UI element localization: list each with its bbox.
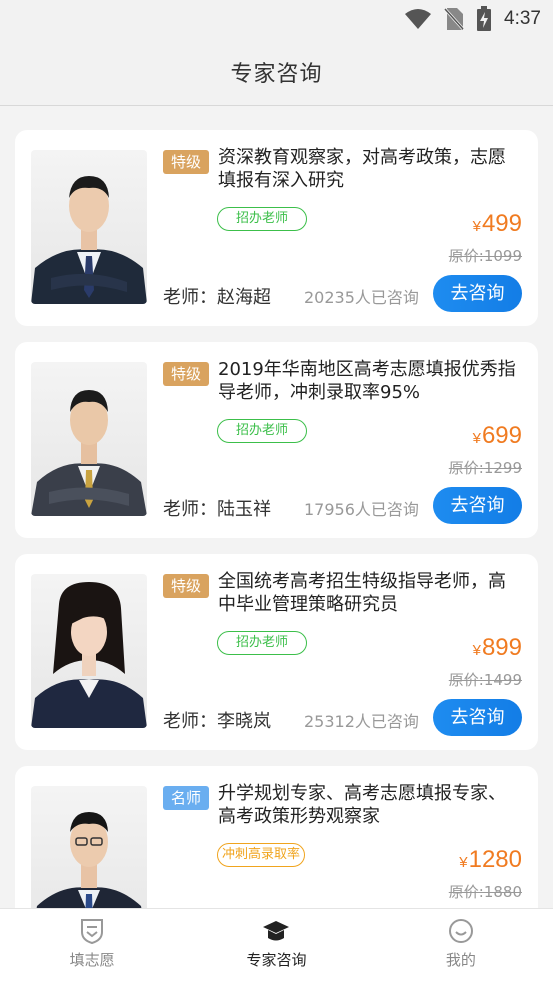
consult-count: 25312人已咨询 [304, 712, 419, 731]
expert-description: 升学规划专家、高考志愿填报专家、高考政策形势观察家 [218, 783, 506, 827]
expert-tag: 招办老师 [217, 631, 308, 655]
price: ¥1280 [459, 846, 522, 874]
price: ¥499 [473, 210, 522, 238]
level-badge: 特级 [163, 150, 210, 174]
price-value: 699 [481, 422, 522, 449]
status-bar: 4:37 [0, 0, 553, 38]
tab-label: 专家咨询 [246, 951, 307, 969]
tab-mine[interactable]: 我的 [369, 909, 553, 983]
consult-button[interactable]: 去咨询 [433, 487, 522, 524]
original-price: 原价:1880 [448, 883, 522, 901]
teacher-name: 老师：赵海超 [163, 287, 271, 308]
expert-description: 全国统考高考招生特级指导老师，高中毕业管理策略研究员 [218, 571, 506, 615]
level-badge: 名师 [163, 786, 210, 810]
currency-symbol: ¥ [472, 218, 481, 235]
tab-label: 我的 [445, 951, 476, 969]
shield-icon [81, 919, 104, 945]
consult-button[interactable]: 去咨询 [433, 275, 522, 312]
expert-card[interactable]: 名师 升学规划专家、高考志愿填报专家、高考政策形势观察家 冲刺高录取率 ¥128… [15, 766, 538, 908]
wifi-icon [405, 9, 432, 29]
currency-symbol: ¥ [472, 642, 481, 659]
expert-list[interactable]: 特级 资深教育观察家，对高考政策，志愿填报有深入研究 招办老师 ¥499 原价:… [0, 106, 553, 908]
expert-card[interactable]: 特级 全国统考高考招生特级指导老师，高中毕业管理策略研究员 招办老师 ¥899 … [15, 554, 538, 750]
graduation-cap-icon [263, 921, 290, 941]
expert-tag: 招办老师 [217, 419, 308, 443]
original-price: 原价:1099 [448, 247, 522, 265]
currency-symbol: ¥ [459, 854, 468, 871]
tab-fill-application[interactable]: 填志愿 [0, 909, 184, 983]
teacher-name: 老师：李晓岚 [163, 711, 271, 732]
page-title: 专家咨询 [230, 61, 323, 87]
expert-photo [31, 362, 147, 516]
bottom-tab-bar: 填志愿 专家咨询 我的 [0, 908, 553, 983]
tab-label: 填志愿 [69, 951, 115, 969]
consult-button[interactable]: 去咨询 [433, 699, 522, 736]
teacher-name: 老师：陆玉祥 [163, 499, 271, 520]
expert-card[interactable]: 特级 资深教育观察家，对高考政策，志愿填报有深入研究 招办老师 ¥499 原价:… [15, 130, 538, 326]
expert-card[interactable]: 特级 2019年华南地区高考志愿填报优秀指导老师，冲刺录取率95% 招办老师 ¥… [15, 342, 538, 538]
expert-tag: 冲刺高录取率 [217, 843, 306, 867]
consult-count: 17956人已咨询 [304, 500, 419, 519]
battery-charging-icon [477, 6, 492, 31]
price: ¥699 [473, 422, 522, 450]
tab-expert-consult[interactable]: 专家咨询 [184, 909, 368, 983]
level-badge: 特级 [163, 362, 210, 386]
status-time: 4:37 [504, 8, 541, 29]
currency-symbol: ¥ [472, 430, 481, 447]
app-header: 专家咨询 [0, 38, 553, 106]
smiley-icon [448, 919, 473, 943]
price: ¥899 [473, 634, 522, 662]
price-value: 499 [481, 210, 522, 237]
expert-description: 2019年华南地区高考志愿填报优秀指导老师，冲刺录取率95% [218, 359, 516, 403]
expert-photo [31, 786, 147, 908]
original-price: 原价:1299 [448, 459, 522, 477]
price-value: 899 [481, 634, 522, 661]
expert-photo [31, 150, 147, 304]
consult-count: 20235人已咨询 [304, 288, 419, 307]
level-badge: 特级 [163, 574, 210, 598]
expert-description: 资深教育观察家，对高考政策，志愿填报有深入研究 [218, 147, 506, 191]
price-value: 1280 [468, 846, 522, 873]
expert-tag: 招办老师 [217, 207, 308, 231]
original-price: 原价:1499 [448, 671, 522, 689]
expert-photo [31, 574, 147, 728]
no-sim-icon [444, 7, 465, 31]
